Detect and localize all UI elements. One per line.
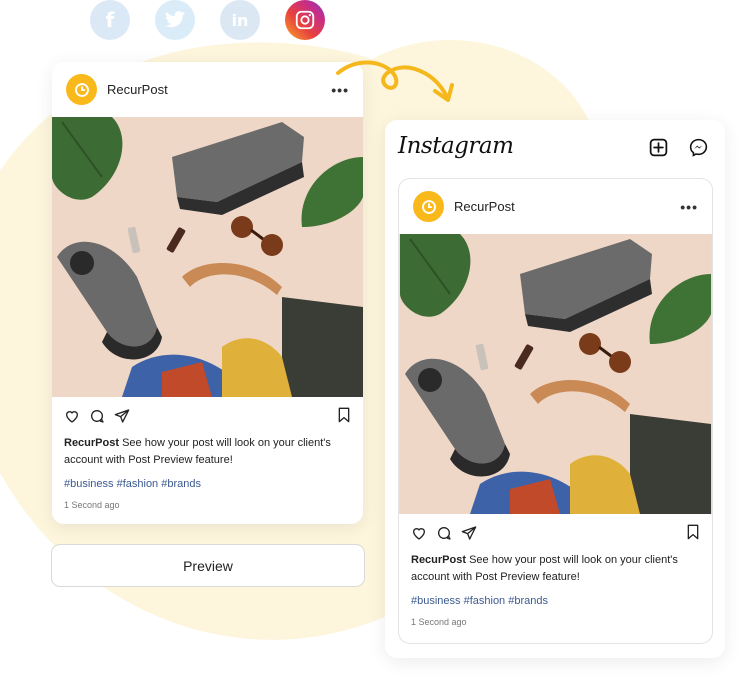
preview-button[interactable]: Preview xyxy=(51,544,365,587)
post-timestamp: 1 Second ago xyxy=(411,617,467,627)
instagram-icon[interactable] xyxy=(285,0,325,40)
twitter-icon[interactable] xyxy=(155,0,195,40)
post-hashtags[interactable]: #business #fashion #brands xyxy=(52,469,363,490)
post-image xyxy=(52,117,363,397)
instagram-post: RecurPost ••• RecurPost See how your pos… xyxy=(398,178,713,644)
caption-username[interactable]: RecurPost xyxy=(64,437,119,449)
post-username[interactable]: RecurPost xyxy=(454,199,515,214)
caption-username[interactable]: RecurPost xyxy=(411,554,466,566)
share-send-icon[interactable] xyxy=(114,408,130,424)
post-header: RecurPost ••• xyxy=(52,62,363,117)
clock-logo-icon xyxy=(421,199,436,214)
post-username[interactable]: RecurPost xyxy=(107,82,168,97)
share-send-icon[interactable] xyxy=(461,525,477,541)
comment-icon[interactable] xyxy=(89,408,105,424)
post-caption: RecurPost See how your post will look on… xyxy=(399,548,712,586)
instagram-logo: Instagram xyxy=(398,133,514,159)
post-image xyxy=(399,234,712,514)
post-header: RecurPost ••• xyxy=(399,179,712,234)
bookmark-icon[interactable] xyxy=(337,407,351,423)
post-card: RecurPost ••• RecurPost See how your pos… xyxy=(52,62,363,524)
linkedin-icon[interactable]: in xyxy=(220,0,260,40)
like-heart-icon[interactable] xyxy=(411,525,427,541)
bookmark-icon[interactable] xyxy=(686,524,700,540)
instagram-preview-panel: Instagram RecurPost ••• RecurPost See ho… xyxy=(385,120,725,658)
post-timestamp: 1 Second ago xyxy=(64,500,120,510)
more-options-icon[interactable]: ••• xyxy=(680,199,698,215)
new-post-icon[interactable] xyxy=(648,137,669,158)
facebook-icon[interactable]: f xyxy=(90,0,130,40)
clock-logo-icon xyxy=(74,82,89,97)
curved-arrow-icon xyxy=(336,60,454,102)
post-caption: RecurPost See how your post will look on… xyxy=(52,431,363,469)
like-heart-icon[interactable] xyxy=(64,408,80,424)
social-network-selector: f in xyxy=(90,0,325,40)
avatar xyxy=(66,74,97,105)
post-actions xyxy=(52,397,363,431)
instagram-header: Instagram xyxy=(385,120,725,178)
post-hashtags[interactable]: #business #fashion #brands xyxy=(399,586,712,607)
comment-icon[interactable] xyxy=(436,525,452,541)
messenger-icon[interactable] xyxy=(688,137,709,158)
post-actions xyxy=(399,514,712,548)
avatar xyxy=(413,191,444,222)
